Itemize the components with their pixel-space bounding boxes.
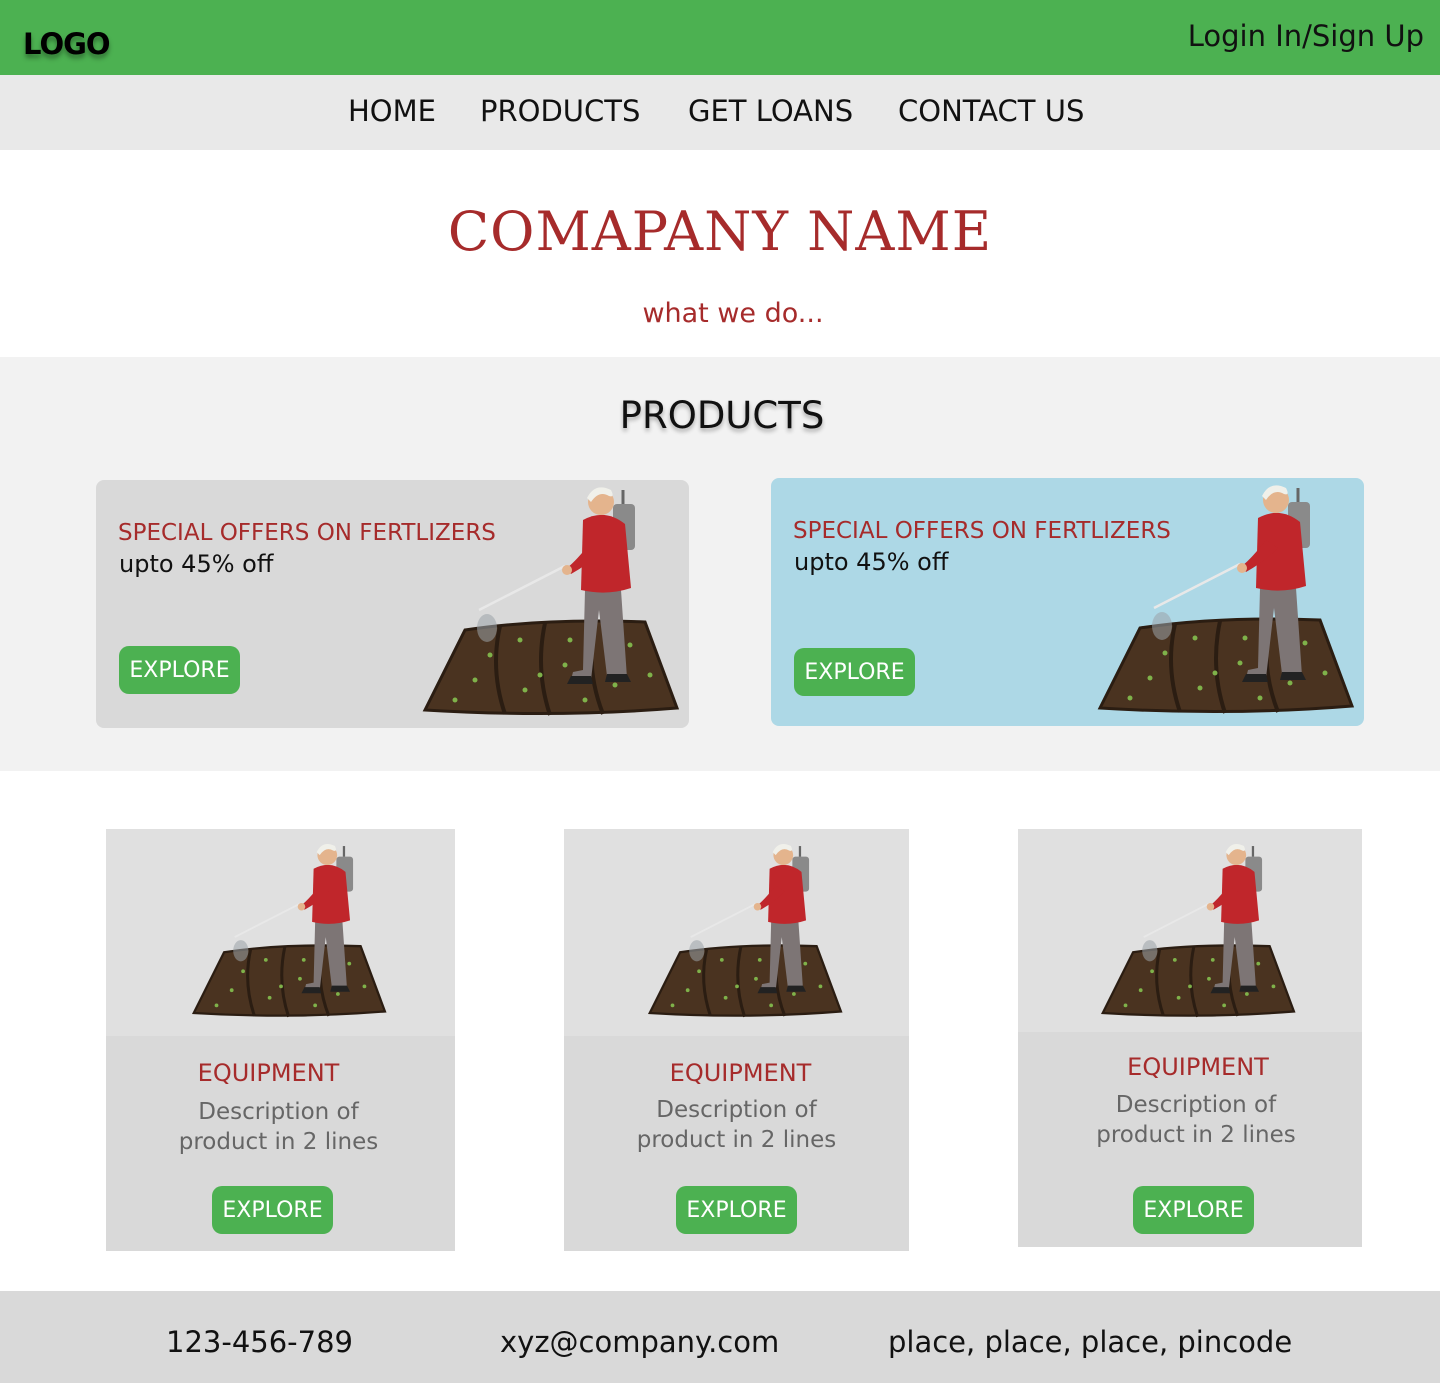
login-signup-link[interactable]: Login In/Sign Up [1188,19,1424,53]
offer-banner: SPECIAL OFFERS ON FERTLIZERS upto 45% of… [771,478,1364,726]
nav-get-loans[interactable]: GET LOANS [688,94,853,128]
offer-subtitle: upto 45% off [119,550,274,578]
main-nav: HOME PRODUCTS GET LOANS CONTACT US [0,75,1440,150]
top-bar: LOGO Login In/Sign Up [0,0,1440,75]
farmer-illustration-icon [1101,842,1296,1019]
product-card: EQUIPMENT Description of product in 2 li… [564,829,909,1251]
farmer-illustration-icon [191,842,386,1019]
footer: 123-456-789 xyz@company.com place, place… [0,1291,1440,1383]
product-description: Description of product in 2 lines [178,1099,379,1155]
offer-explore-button[interactable]: EXPLORE [794,648,915,696]
products-heading: PRODUCTS [619,394,825,437]
offer-explore-button[interactable]: EXPLORE [119,646,240,694]
footer-phone[interactable]: 123-456-789 [166,1325,353,1359]
product-image [106,829,455,1036]
product-explore-button[interactable]: EXPLORE [1133,1186,1254,1234]
product-explore-button[interactable]: EXPLORE [212,1186,333,1234]
tagline: what we do... [642,298,824,329]
product-title: EQUIPMENT [197,1059,340,1087]
farmer-illustration-icon [647,842,842,1019]
offer-banner: SPECIAL OFFERS ON FERTLIZERS upto 45% of… [96,480,689,728]
product-description: Description of product in 2 lines [1096,1092,1296,1148]
product-title: EQUIPMENT [669,1059,812,1087]
nav-contact-us[interactable]: CONTACT US [898,94,1084,128]
product-description: Description of product in 2 lines [636,1097,837,1153]
product-card: EQUIPMENT Description of product in 2 li… [1018,829,1362,1247]
farmer-illustration-icon [423,485,679,717]
nav-home[interactable]: HOME [348,94,436,128]
product-explore-button[interactable]: EXPLORE [676,1186,797,1234]
product-card: EQUIPMENT Description of product in 2 li… [106,829,455,1251]
product-title: EQUIPMENT [1127,1053,1269,1081]
nav-products[interactable]: PRODUCTS [480,94,640,128]
product-image [564,829,909,1036]
footer-address: place, place, place, pincode [888,1325,1293,1359]
offer-subtitle: upto 45% off [794,548,949,576]
company-name: COMAPANY NAME [447,200,993,263]
farmer-illustration-icon [1098,483,1354,715]
logo[interactable]: LOGO [23,27,111,61]
product-image [1018,829,1362,1032]
footer-email[interactable]: xyz@company.com [500,1325,779,1359]
